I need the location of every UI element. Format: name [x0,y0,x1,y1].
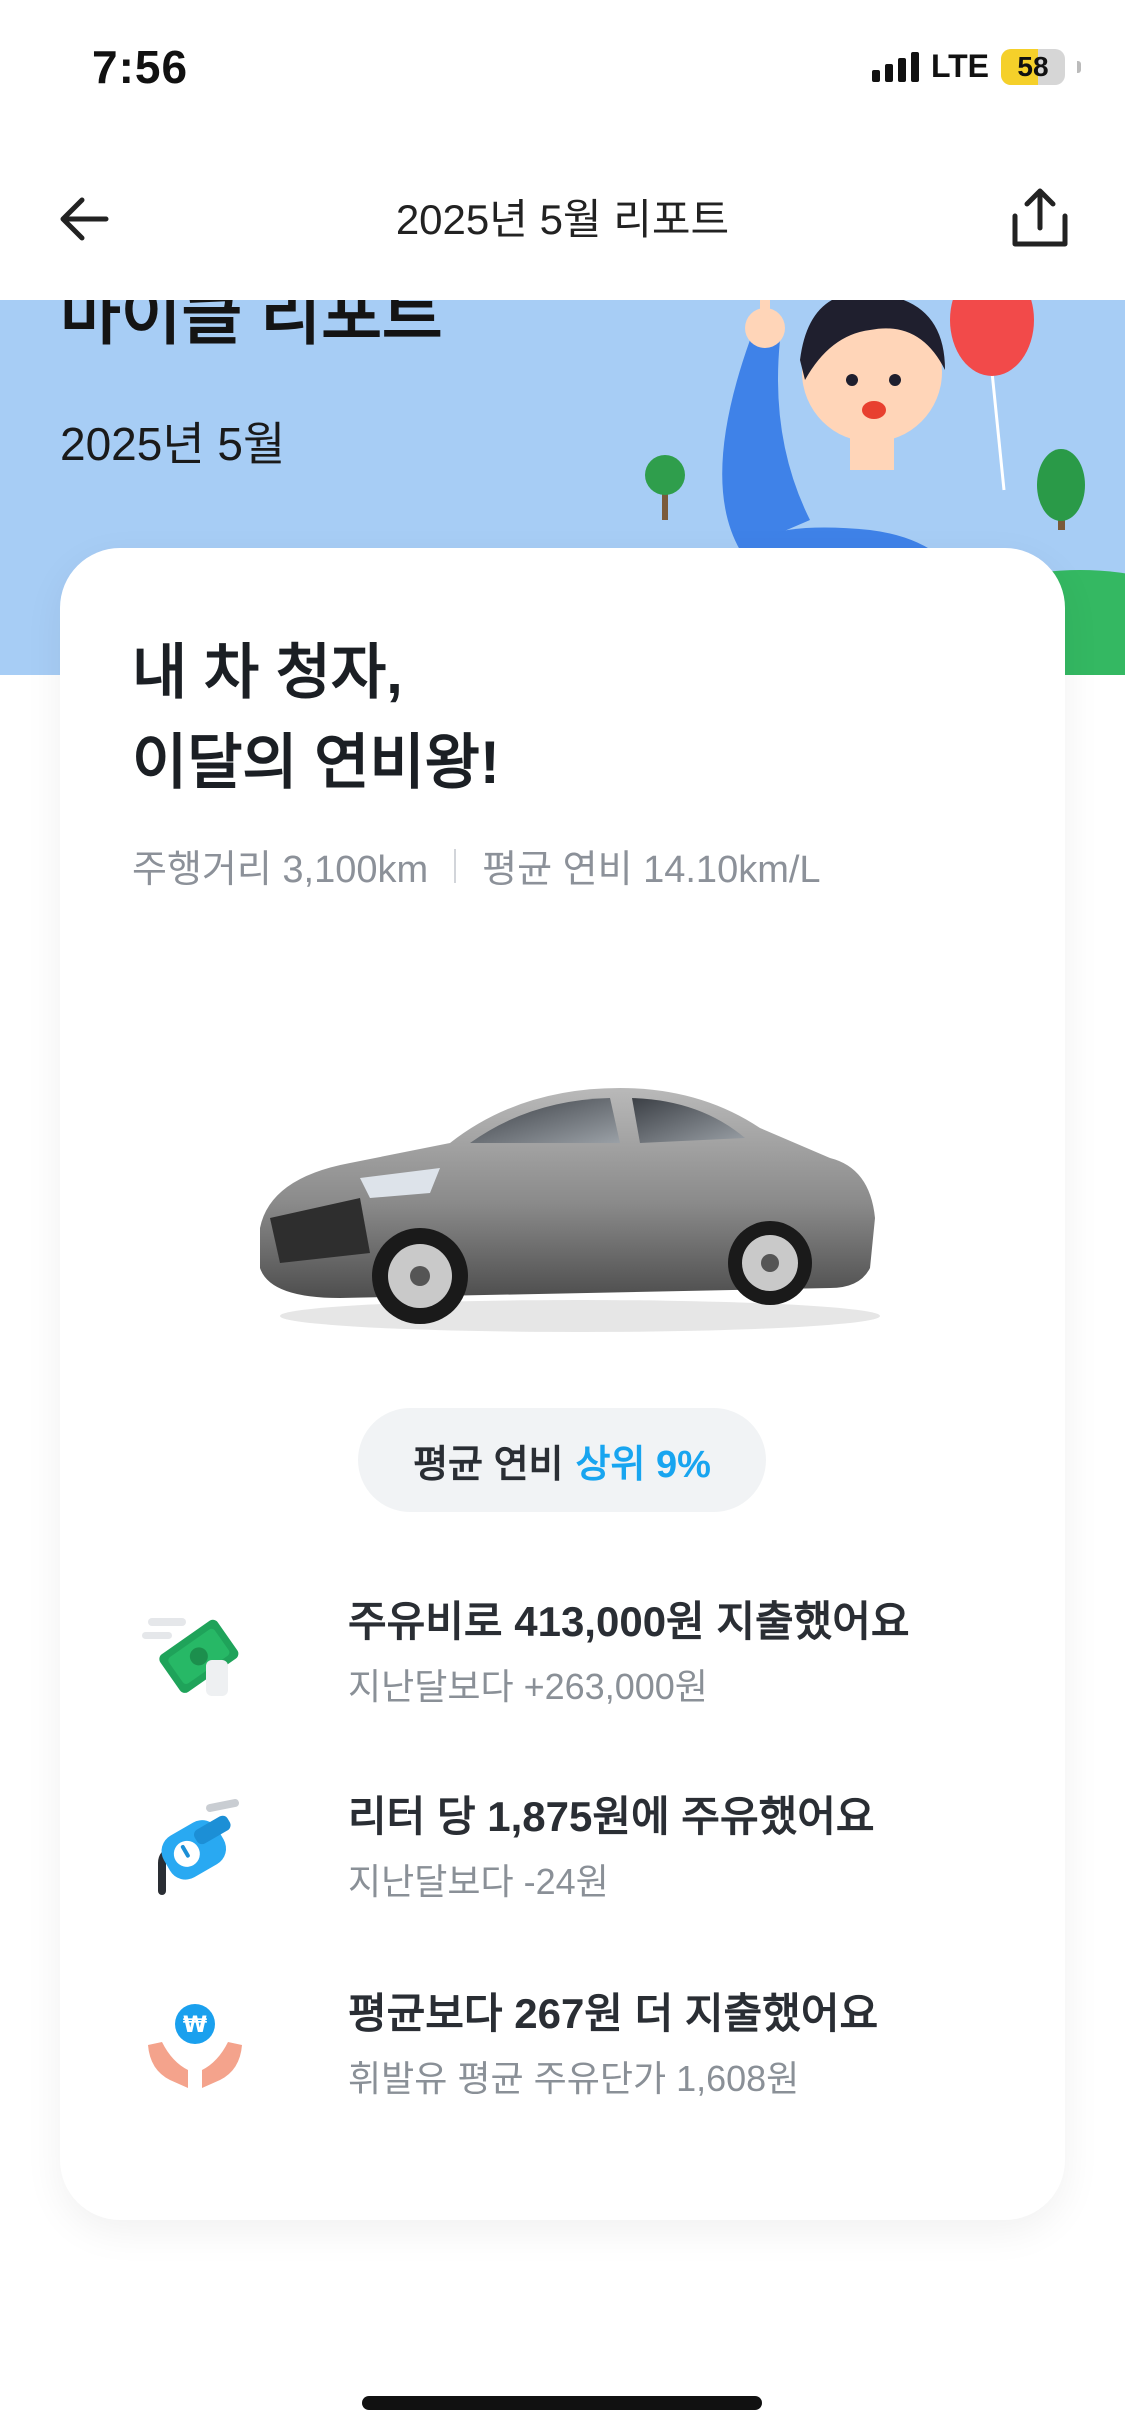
status-bar: 7:56 LTE 58 [0,0,1125,140]
item-title: 주유비로 413,000원 지출했어요 [348,1598,910,1645]
network-label: LTE [930,48,989,84]
headline-line-2: 이달의 연비왕! [132,729,500,796]
card-headline: 내 차 청자, 이달의 연비왕! [132,628,500,808]
money-icon [142,1618,239,1696]
fuel-economy-stat: 평균 연비 14.10km/L [482,849,821,891]
headline-line-1: 내 차 청자, [132,639,403,706]
hero-subtitle: 2025년 5월 [60,418,286,470]
page-title: 2025년 5월 리포트 [395,196,730,243]
item-subtitle: 지난달보다 -24원 [348,1861,609,1902]
battery-nub [1077,60,1081,73]
item-subtitle: 휘발유 평균 주유단가 1,608원 [348,2058,800,2099]
hands-won-icon: ₩ [148,2004,242,2088]
list-item-price-per-liter: 리터 당 1,875원에 주유했어요 지난달보다 -24원 [140,1783,1000,1923]
item-title: 리터 당 1,875원에 주유했어요 [348,1793,875,1840]
fuel-nozzle-icon [158,1799,239,1895]
rank-value: 상위 9% [575,1443,711,1486]
svg-text:₩: ₩ [183,2013,207,2038]
share-icon[interactable] [1005,184,1075,254]
nav-bar: 2025년 5월 리포트 [0,140,1125,300]
home-indicator [362,2396,762,2410]
item-subtitle: 지난달보다 +263,000원 [348,1666,708,1707]
distance-stat: 주행거리 3,100km [132,849,429,891]
battery-icon: 58 [1001,48,1065,85]
hero-title: 마이클 리포트 [60,300,443,352]
car-image [260,1088,880,1332]
list-item-vs-average: ₩ 평균보다 267원 더 지출했어요 휘발유 평균 주유단가 1,608원 [140,1980,1000,2120]
battery-level: 58 [1017,50,1049,82]
status-indicators: LTE 58 [871,48,1081,85]
report-card: 내 차 청자, 이달의 연비왕! 주행거리 3,100km 평균 연비 14.1… [60,548,1065,2220]
fuel-economy-rank-badge: 평균 연비 상위 9% [358,1408,766,1512]
item-title: 평균보다 267원 더 지출했어요 [348,1990,879,2037]
stat-divider [454,848,457,883]
card-stats: 주행거리 3,100km 평균 연비 14.10km/L [132,838,821,893]
list-item-fuel-cost: 주유비로 413,000원 지출했어요 지난달보다 +263,000원 [140,1588,1000,1728]
status-time: 7:56 [92,41,189,93]
signal-icon [871,51,919,82]
rank-label: 평균 연비 [413,1443,564,1486]
